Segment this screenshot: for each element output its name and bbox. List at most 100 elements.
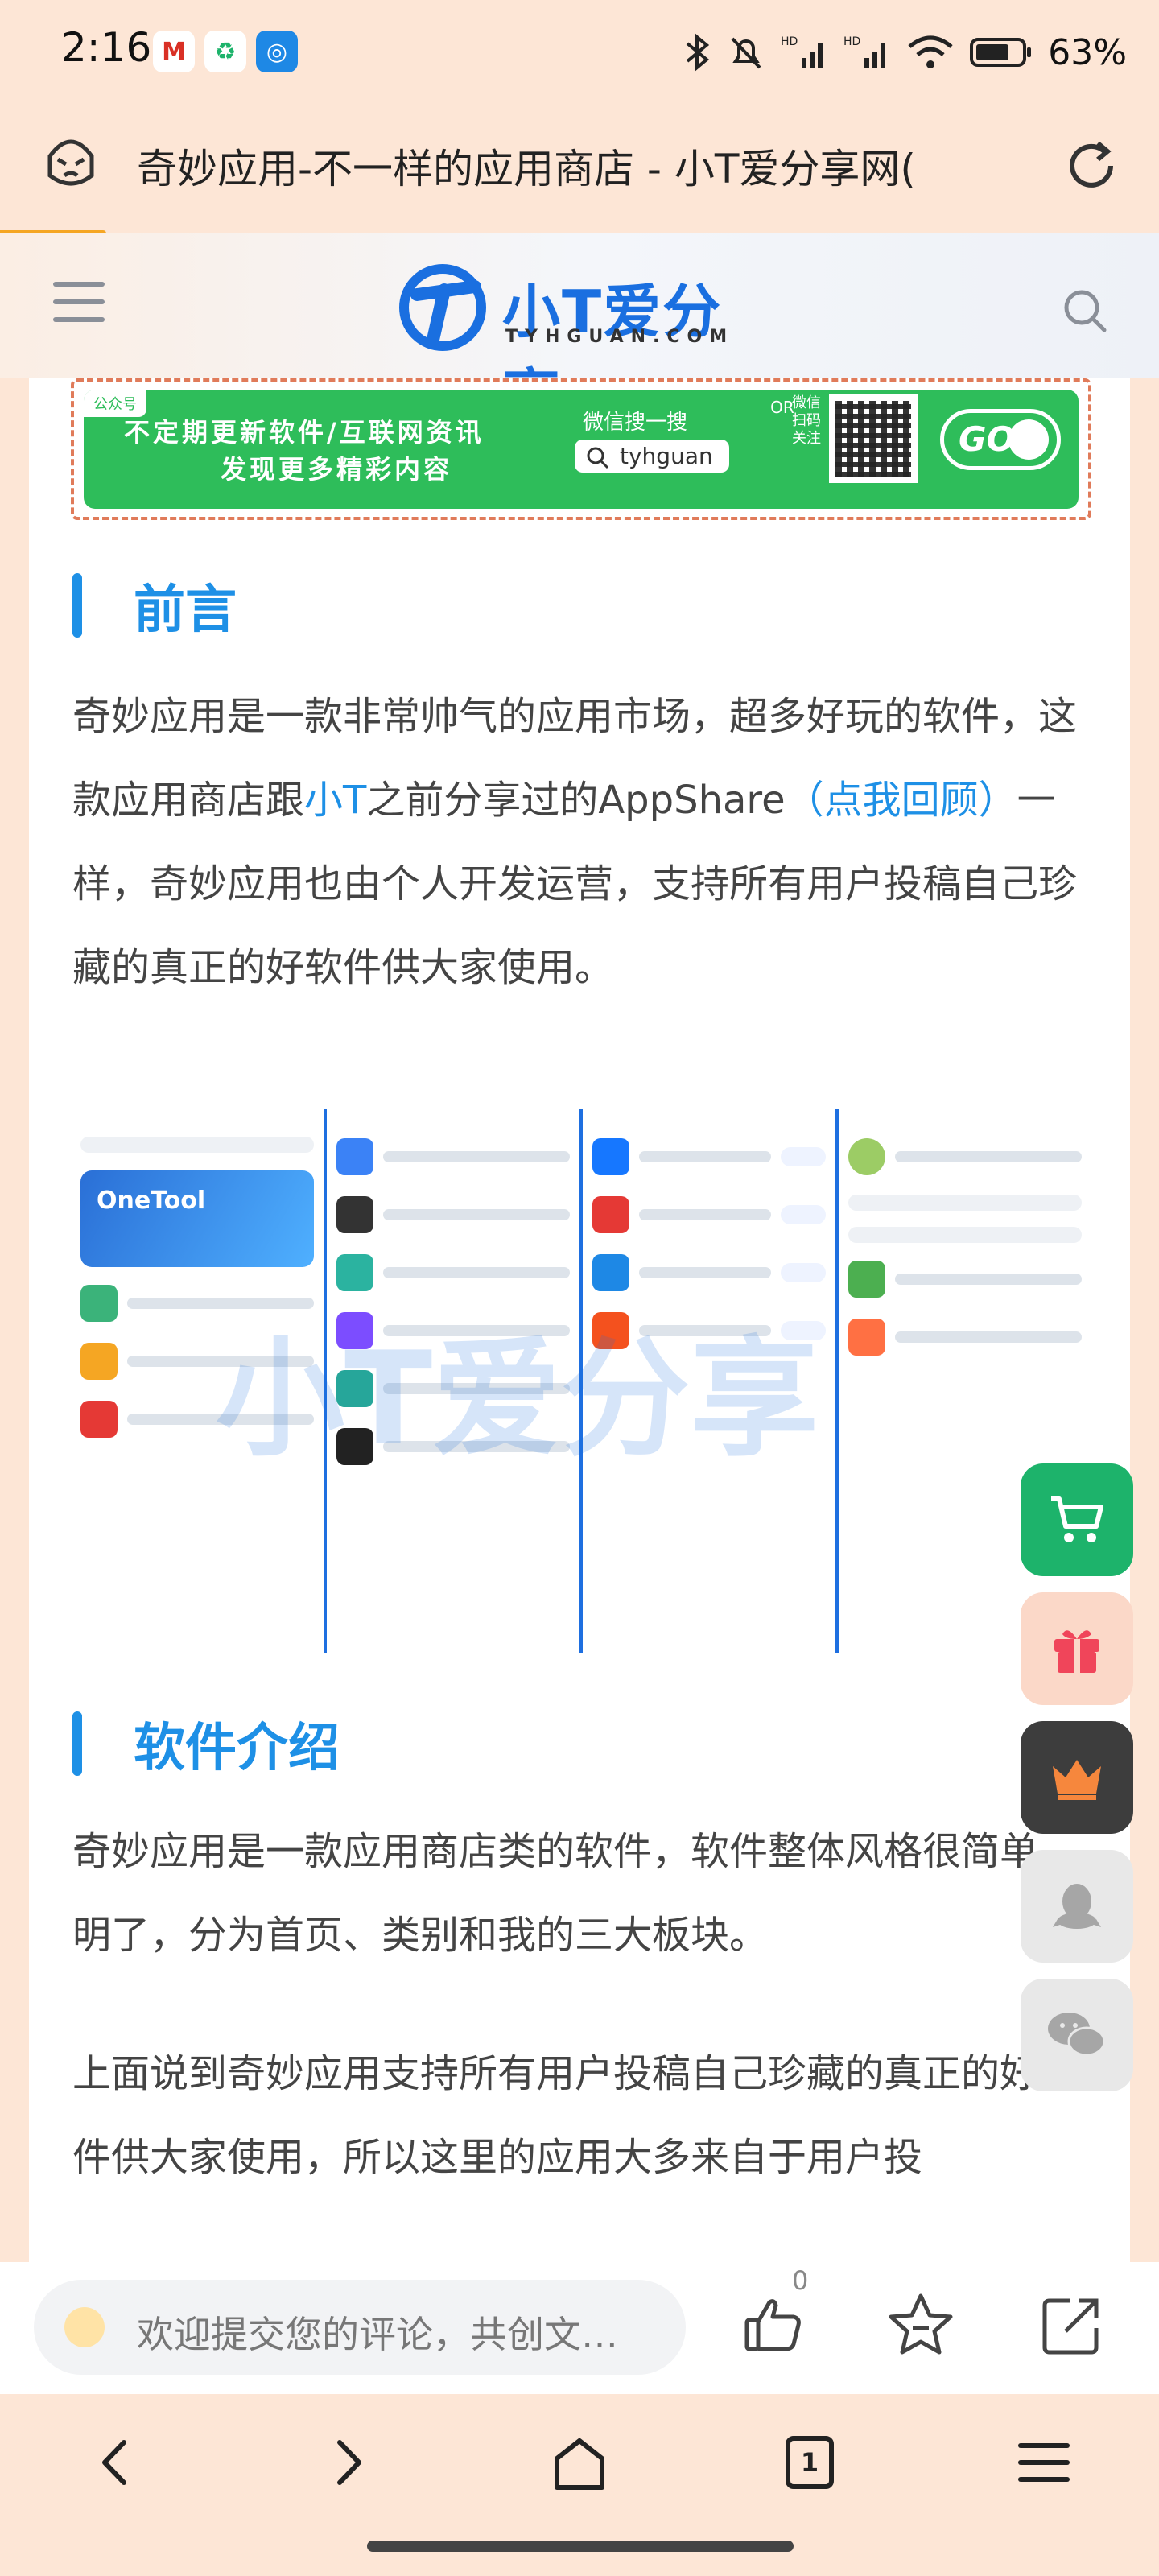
site-search-icon[interactable] [1061, 287, 1109, 335]
back-icon[interactable] [89, 2434, 145, 2491]
article-content: 公众号 不定期更新软件/互联网资讯 发现更多精彩内容 微信搜一搜 tyhguan… [29, 378, 1130, 2262]
shot-text [848, 1195, 1082, 1211]
shot-button [781, 1147, 826, 1166]
shot-app-icon [592, 1196, 629, 1233]
share-icon[interactable] [1038, 2291, 1106, 2359]
gift-icon [1054, 1630, 1099, 1673]
shot-row [592, 1309, 826, 1352]
shot-row [592, 1193, 826, 1236]
shot-app-icon [336, 1370, 373, 1407]
battery-text: 63% [1048, 31, 1127, 73]
shot-text [639, 1325, 771, 1336]
heading-bar [72, 573, 82, 638]
heading-text: 前言 [134, 580, 237, 640]
shot-text [895, 1274, 1082, 1285]
site-logo[interactable]: 小T爱分享 TYHGUAN.COM [398, 262, 768, 430]
comment-placeholder: 欢迎提交您的评论，共创文… [137, 2313, 618, 2356]
browser-bottom-nav: 1 [0, 2394, 1159, 2576]
shot-app-icon [336, 1312, 373, 1349]
status-right: HD HD 63% [684, 24, 1127, 80]
shot-text [383, 1151, 570, 1162]
shot-text [639, 1151, 771, 1162]
browser-url-bar: 奇妙应用-不一样的应用商店 - 小T爱分享网( [0, 105, 1159, 225]
shot-row [336, 1251, 570, 1294]
shot-row [80, 1340, 314, 1383]
banner-line-1: 不定期更新软件/互联网资讯 [124, 417, 485, 448]
shop-button[interactable] [1021, 1463, 1133, 1576]
signal-2-icon: HD [843, 35, 886, 68]
comment-input[interactable]: 欢迎提交您的评论，共创文… [34, 2280, 686, 2375]
banner-account-text: tyhguan [620, 443, 713, 469]
shot-text [383, 1441, 570, 1452]
shot-text [848, 1227, 1082, 1243]
site-face-icon[interactable] [42, 132, 100, 190]
site-menu-button[interactable] [53, 282, 105, 327]
shot-avatar [848, 1138, 885, 1175]
banner-go-button[interactable]: GO [940, 409, 1061, 470]
shot-app-icon [336, 1428, 373, 1465]
cart-icon [1051, 1496, 1103, 1542]
title-fade [950, 129, 1022, 201]
shot-row [592, 1135, 826, 1179]
logo-subtext: TYHGUAN.COM [505, 327, 735, 347]
home-icon[interactable] [551, 2434, 608, 2492]
favorite-star-icon[interactable] [885, 2291, 956, 2359]
app-screenshots[interactable]: OneTool 小T爱分享 [71, 1109, 1091, 1653]
bluetooth-icon [686, 33, 710, 72]
wechat-button[interactable] [1021, 1979, 1133, 2091]
qq-button[interactable] [1021, 1850, 1133, 1963]
app-compass-icon: ◎ [256, 31, 298, 72]
shot-text [127, 1298, 314, 1309]
shot-row [592, 1251, 826, 1294]
banner-wechat-search: 微信搜一搜 [583, 411, 688, 435]
shot-app-icon [848, 1261, 885, 1298]
shot-row [336, 1367, 570, 1410]
shot-app-icon [592, 1138, 629, 1175]
link-xiaot[interactable]: 小T [304, 778, 366, 823]
shot-text [895, 1331, 1082, 1343]
svg-text:HD: HD [843, 35, 860, 48]
shot-text [895, 1151, 1082, 1162]
status-time: 2:16 [61, 24, 152, 71]
intro-text-2: 之前分享过的AppShare [366, 778, 786, 823]
section-heading-intro: 软件介绍 [72, 1707, 340, 1781]
battery-icon [970, 38, 1032, 67]
gift-button[interactable] [1021, 1592, 1133, 1705]
shot-row [336, 1309, 570, 1352]
tabs-button[interactable]: 1 [786, 2436, 834, 2489]
thumbs-up-icon[interactable] [740, 2291, 808, 2359]
reload-icon[interactable] [1061, 134, 1125, 198]
shot-text [383, 1325, 570, 1336]
shot-text [383, 1267, 570, 1278]
gmail-icon: M [153, 31, 195, 72]
shot-app-icon [80, 1285, 118, 1322]
shot-app-icon [336, 1138, 373, 1175]
link-review[interactable]: （点我回顾） [786, 778, 1017, 823]
screenshot-updates [583, 1109, 835, 1653]
svg-text:HD: HD [781, 35, 798, 48]
banner-go-text: GO [959, 419, 1016, 459]
crown-icon [1053, 1760, 1101, 1800]
shot-app-icon [848, 1319, 885, 1356]
status-bar: 2:16 M ♻ ◎ HD HD 63% [0, 0, 1159, 105]
screenshot-home: OneTool [71, 1109, 324, 1653]
site-header: 小T爱分享 TYHGUAN.COM [0, 233, 1159, 430]
shot-app-icon [80, 1401, 118, 1438]
page-title[interactable]: 奇妙应用-不一样的应用商店 - 小T爱分享网( [137, 137, 1014, 195]
logo-mark-icon [399, 264, 486, 351]
shot-row [848, 1135, 1082, 1179]
forward-icon[interactable] [319, 2434, 375, 2491]
shot-text [639, 1267, 771, 1278]
wechat-banner[interactable]: 公众号 不定期更新软件/互联网资讯 发现更多精彩内容 微信搜一搜 tyhguan… [71, 378, 1091, 520]
qr-code [829, 394, 918, 483]
search-icon [587, 447, 609, 469]
browser-menu-icon[interactable] [1016, 2434, 1072, 2491]
banner-body: 公众号 不定期更新软件/互联网资讯 发现更多精彩内容 微信搜一搜 tyhguan… [84, 390, 1079, 509]
shot-button [781, 1205, 826, 1224]
home-indicator[interactable] [367, 2541, 794, 2552]
vip-button[interactable] [1021, 1721, 1133, 1834]
shot-app-icon [592, 1312, 629, 1349]
shot-row [848, 1315, 1082, 1359]
shot-app-icon [592, 1254, 629, 1291]
shot-text [127, 1356, 314, 1367]
